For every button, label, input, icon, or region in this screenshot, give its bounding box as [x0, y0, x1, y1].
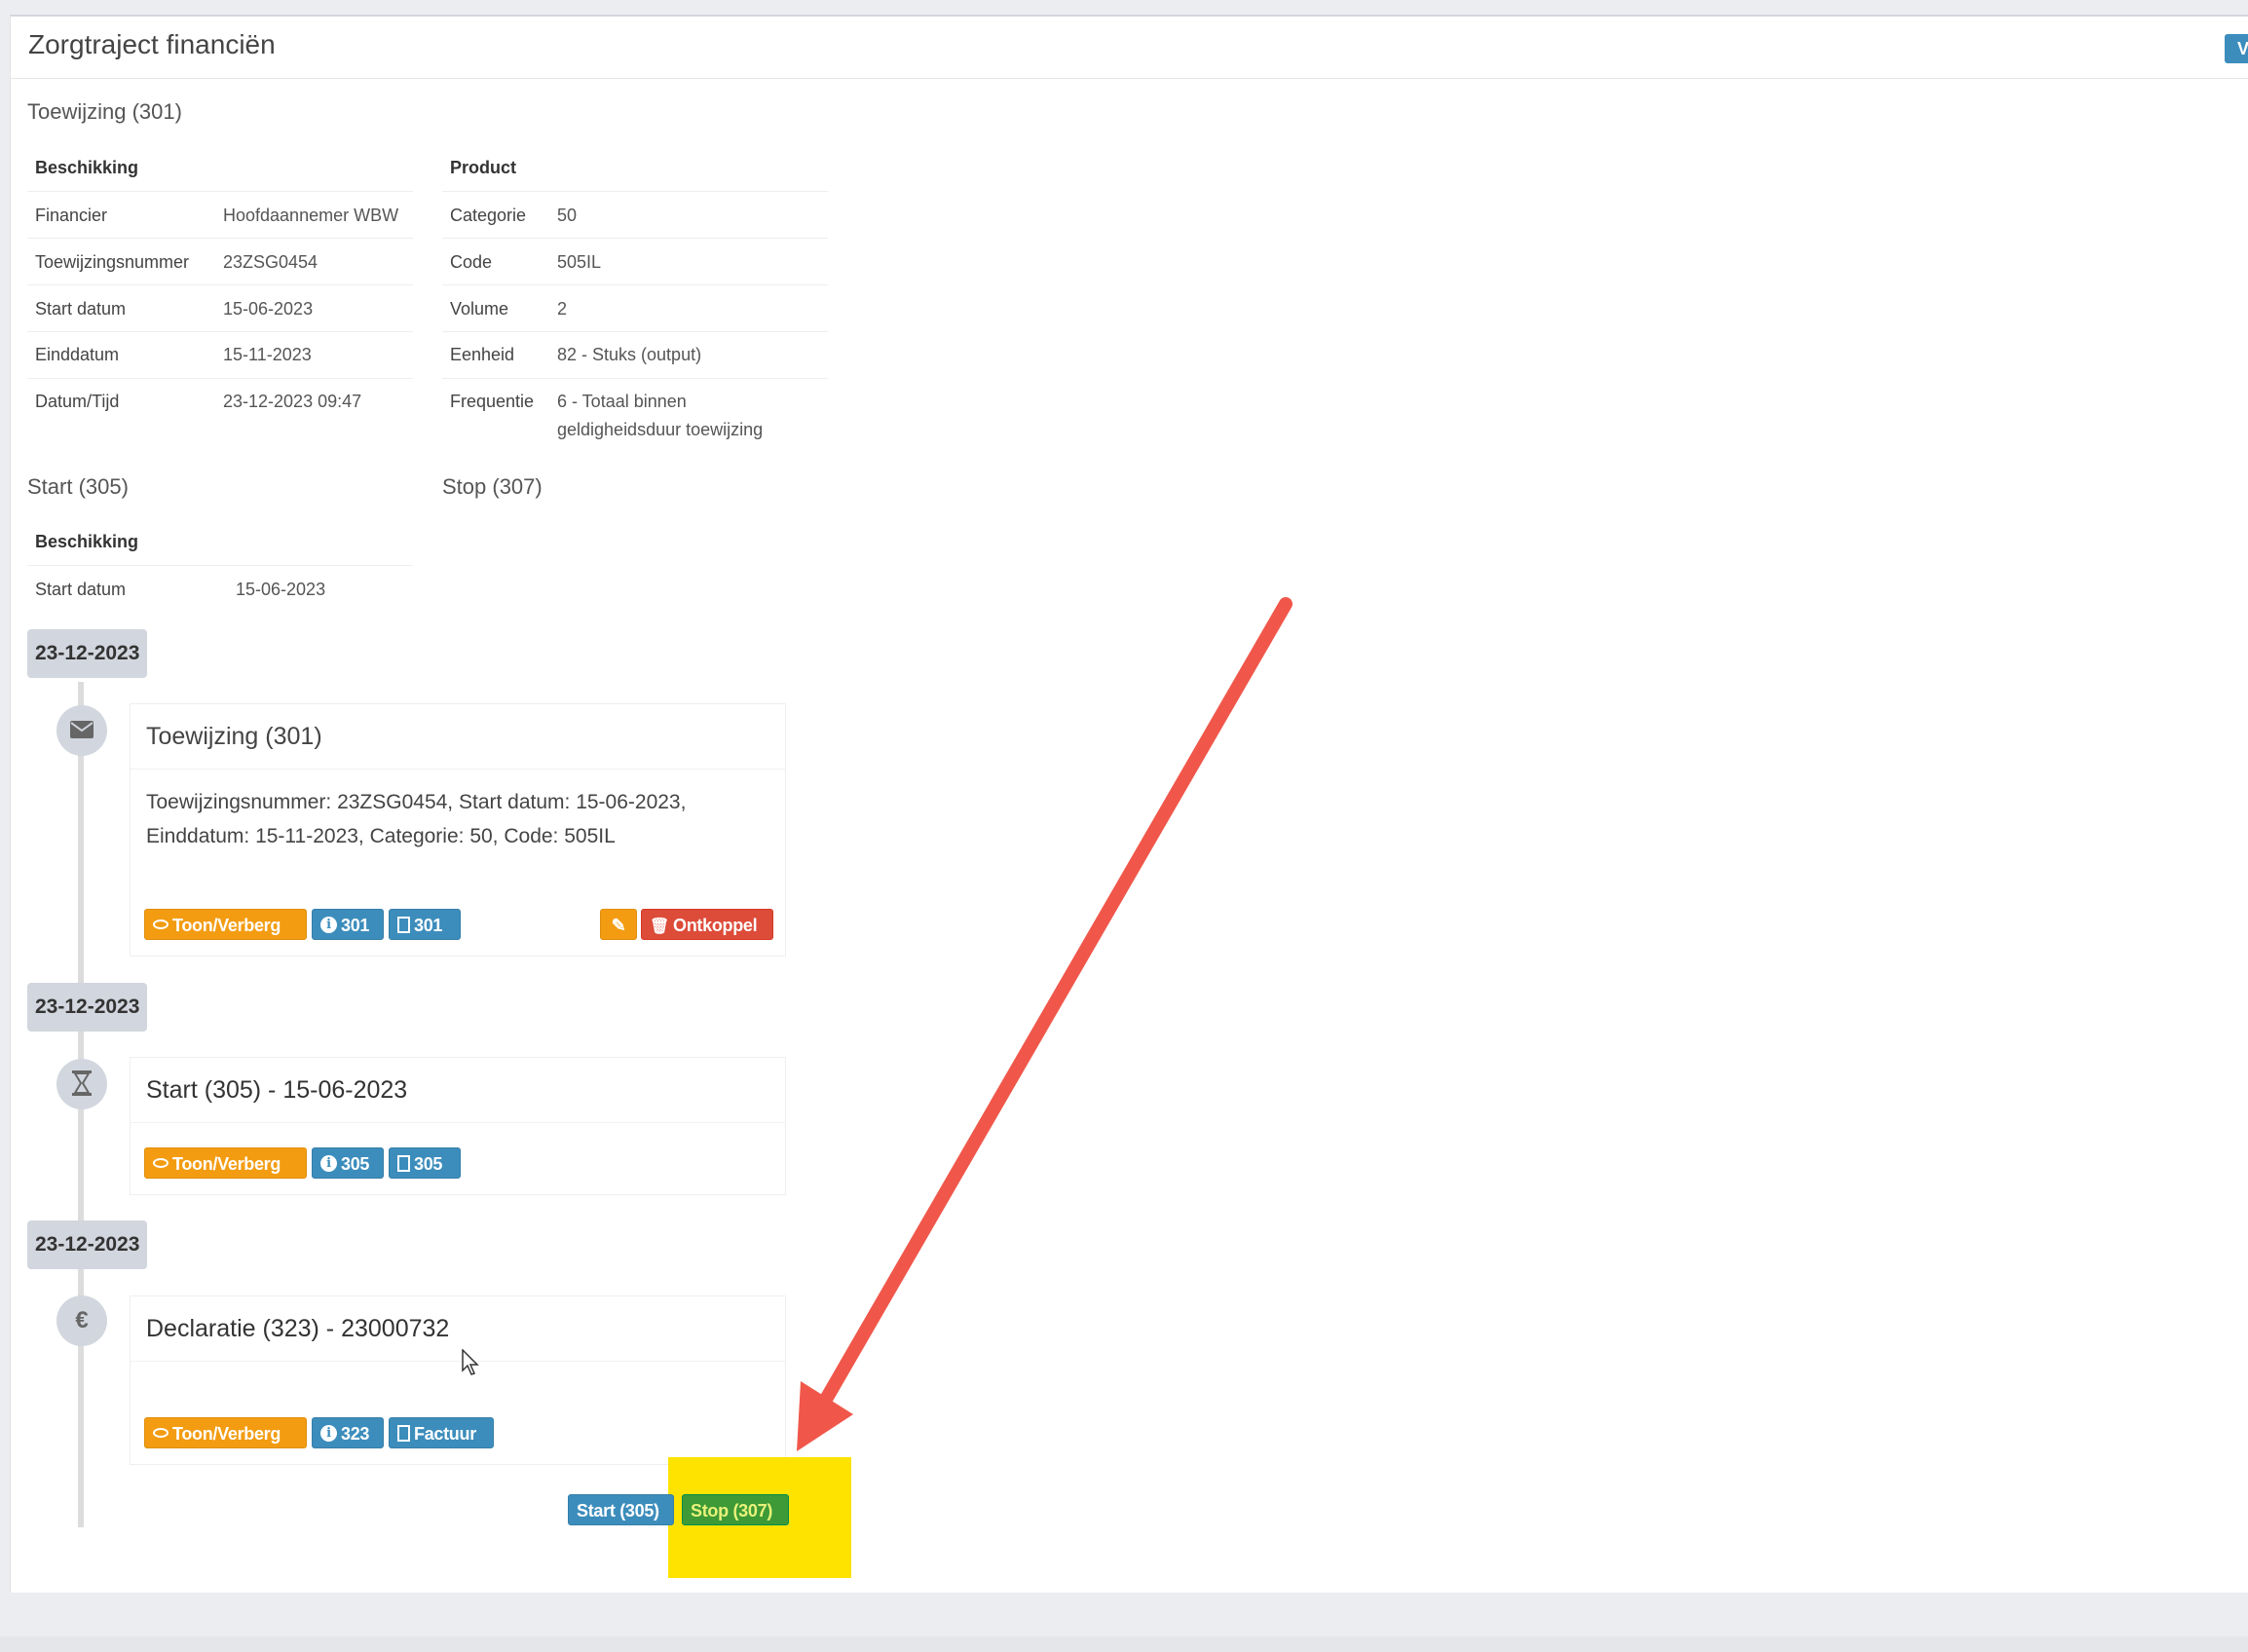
stop-title: Stop (307): [442, 474, 543, 499]
timeline-card-footer: Toon/Verberg i 323 Factuur: [144, 1417, 771, 1448]
toewijzingsnummer-label: Toewijzingsnummer: [35, 252, 190, 272]
divider: [27, 565, 413, 566]
mouse-cursor: [462, 1349, 479, 1375]
info-305-button[interactable]: i 305: [312, 1147, 384, 1179]
start-beschikking-header: Beschikking: [35, 532, 139, 551]
eye-icon: [153, 1428, 169, 1439]
timeline-date: 23-12-2023: [27, 629, 148, 678]
categorie-value: 50: [557, 206, 578, 225]
bottom-bar: [0, 1636, 2248, 1652]
info-button-label: 301: [341, 916, 370, 935]
einddatum-label: Einddatum: [35, 345, 120, 364]
eenheid-label: Eenheid: [450, 345, 515, 364]
code-label: Code: [450, 252, 493, 272]
factuur-button-label: Factuur: [414, 1424, 476, 1444]
categorie-label: Categorie: [450, 206, 527, 225]
start-title: Start (305): [27, 474, 129, 499]
timeline-card-body: Toewijzingsnummer: 23ZSG0454, Start datu…: [131, 770, 785, 853]
edit-button[interactable]: ✎: [600, 909, 637, 940]
timeline-card-title: Declaratie (323) - 23000732: [131, 1296, 785, 1362]
datumtijd-label: Datum/Tijd: [35, 392, 120, 411]
envelope-icon: [56, 705, 107, 756]
timeline-card-start: Start (305) - 15-06-2023 Toon/Verberg i3…: [130, 1057, 786, 1195]
eye-icon: [153, 920, 169, 930]
hourglass-icon: [56, 1059, 107, 1109]
divider: [27, 284, 413, 285]
toggle-button[interactable]: Toon/Verberg: [144, 1147, 307, 1179]
toggle-button-label: Toon/Verberg: [172, 916, 281, 935]
panel-title: Zorgtraject financiën: [28, 29, 276, 59]
divider: [27, 238, 413, 239]
info-323-button[interactable]: i 323: [312, 1417, 384, 1448]
start-305-button[interactable]: Start (305): [568, 1494, 674, 1525]
info-icon: i: [320, 1154, 337, 1172]
financier-value: Hoofdaannemer WBW: [223, 206, 399, 225]
product-header: Product: [450, 158, 517, 177]
divider: [27, 378, 413, 379]
startdatum-label: Start datum: [35, 299, 127, 319]
datumtijd-value: 23-12-2023 09:47: [223, 392, 362, 411]
timeline-card-footer: Toon/Verberg i 305 305: [144, 1147, 771, 1179]
timeline-date: 23-12-2023: [27, 1220, 148, 1269]
info-301-button[interactable]: i 301: [312, 909, 384, 940]
frequentie-label: Frequentie: [450, 392, 535, 411]
pdf-301-button[interactable]: 301: [389, 909, 461, 940]
panel-header: Zorgtraject financiën V: [11, 17, 2248, 79]
timeline-card-toewijzing: Toewijzing (301) Toewijzingsnummer: 23ZS…: [130, 703, 786, 957]
toggle-button[interactable]: Toon/Verberg: [144, 909, 307, 940]
timeline-card-declaratie: Declaratie (323) - 23000732 Toon/Verberg…: [130, 1295, 786, 1465]
divider: [442, 284, 828, 285]
factuur-button[interactable]: Factuur: [389, 1417, 494, 1448]
toggle-button-label: Toon/Verberg: [172, 1424, 281, 1444]
file-pdf-icon: [397, 1154, 410, 1172]
divider: [442, 331, 828, 332]
timeline-card-title: Toewijzing (301): [131, 704, 785, 770]
file-pdf-icon: [397, 916, 410, 933]
pdf-305-button[interactable]: 305: [389, 1147, 461, 1179]
divider: [442, 238, 828, 239]
trash-icon: 🗑: [650, 919, 670, 935]
divider: [442, 378, 828, 379]
timeline-card-footer: Toon/Verberg i 301 301 ✎ 🗑 Ontkoppel: [144, 909, 773, 940]
info-button-label: 323: [341, 1424, 370, 1444]
divider: [27, 191, 413, 192]
eye-icon: [153, 1158, 169, 1169]
pencil-icon: ✎: [611, 916, 626, 935]
timeline-date: 23-12-2023: [27, 983, 148, 1032]
info-icon: i: [320, 916, 337, 933]
volume-label: Volume: [450, 299, 509, 319]
financier-label: Financier: [35, 206, 108, 225]
ontkoppel-button-label: Ontkoppel: [673, 916, 758, 935]
toewijzing-title: Toewijzing (301): [27, 99, 182, 124]
startdatum-value: 15-06-2023: [223, 299, 314, 319]
start-startdatum-label: Start datum: [35, 580, 127, 599]
einddatum-value: 15-11-2023: [223, 345, 312, 364]
timeline-body-line: Toewijzingsnummer: 23ZSG0454, Start datu…: [146, 791, 687, 813]
volume-value: 2: [557, 299, 568, 319]
divider: [27, 331, 413, 332]
frequentie-value-line1: 6 - Totaal binnen: [557, 392, 687, 411]
info-icon: i: [320, 1424, 337, 1442]
divider: [442, 191, 828, 192]
start-startdatum-value: 15-06-2023: [236, 580, 326, 599]
file-pdf-icon: [397, 1424, 410, 1442]
stop-307-button[interactable]: Stop (307): [682, 1494, 789, 1525]
corner-button[interactable]: V: [2225, 34, 2248, 63]
toewijzingsnummer-value: 23ZSG0454: [223, 252, 318, 272]
timeline-card-title: Start (305) - 15-06-2023: [131, 1058, 785, 1123]
ontkoppel-button[interactable]: 🗑 Ontkoppel: [641, 909, 773, 940]
euro-icon: €: [56, 1295, 107, 1346]
pdf-button-label: 305: [414, 1154, 443, 1174]
beschikking-header: Beschikking: [35, 158, 139, 177]
toggle-button[interactable]: Toon/Verberg: [144, 1417, 307, 1448]
frequentie-value-line2: geldigheidsduur toewijzing: [557, 420, 764, 439]
info-button-label: 305: [341, 1154, 370, 1174]
code-value: 505IL: [557, 252, 602, 272]
toggle-button-label: Toon/Verberg: [172, 1154, 281, 1174]
timeline-body-line: Einddatum: 15-11-2023, Categorie: 50, Co…: [146, 825, 616, 847]
pdf-button-label: 301: [414, 916, 443, 935]
eenheid-value: 82 - Stuks (output): [557, 345, 702, 364]
